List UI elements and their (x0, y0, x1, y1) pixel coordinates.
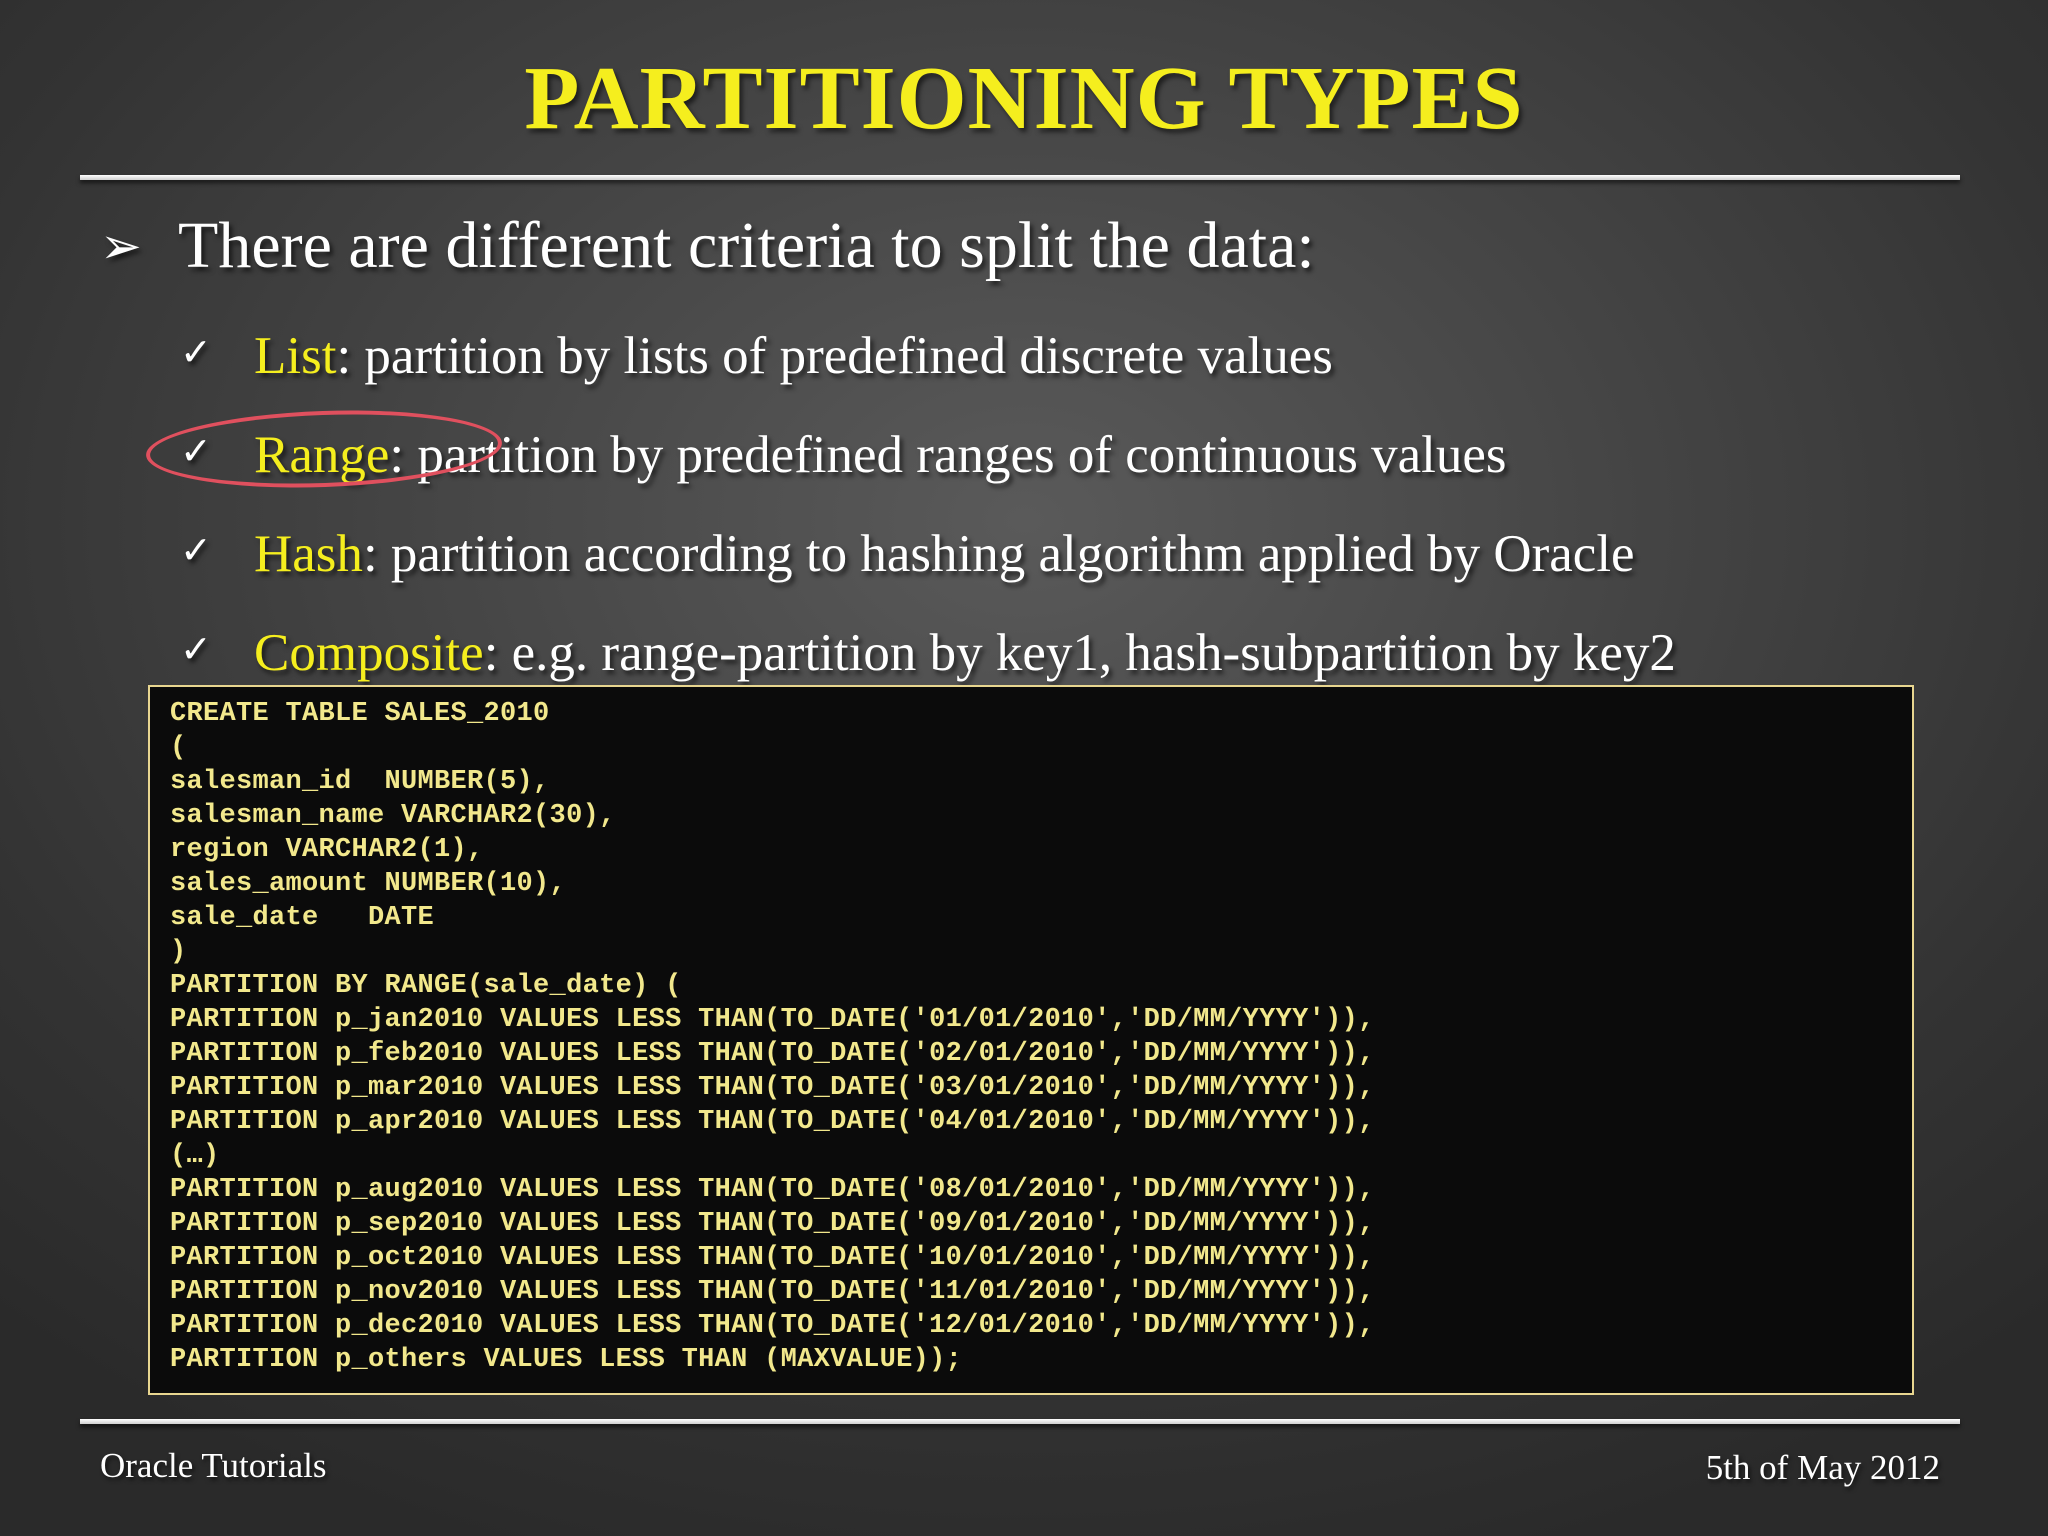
code-line: PARTITION BY RANGE(sale_date) ( (170, 971, 682, 1001)
criterion-description: : e.g. range-partition by key1, hash-sub… (483, 624, 1676, 682)
checkmark-icon: ✓ (180, 330, 212, 374)
criterion-description: : partition by predefined ranges of cont… (389, 426, 1507, 484)
code-line: salesman_id NUMBER(5), (170, 767, 550, 797)
slide-title: PARTITIONING TYPES (524, 49, 1524, 148)
code-line: region VARCHAR2(1), (170, 835, 484, 865)
footer-course-name: Oracle Tutorials (100, 1446, 327, 1485)
code-line: ( (170, 733, 187, 763)
code-line: PARTITION p_nov2010 VALUES LESS THAN(TO_… (170, 1277, 1375, 1307)
criterion-list: ✓ List: partition by lists of predefined … (180, 320, 1333, 388)
criterion-term: List (254, 327, 337, 385)
code-line: salesman_name VARCHAR2(30), (170, 801, 616, 831)
checkmark-icon: ✓ (180, 528, 212, 572)
arrowhead-bullet-icon: ➢ (100, 218, 142, 274)
intro-bullet: ➢ There are different criteria to split t… (100, 206, 1315, 286)
code-line: PARTITION p_dec2010 VALUES LESS THAN(TO_… (170, 1311, 1375, 1341)
intro-text: There are different criteria to split th… (178, 209, 1315, 282)
code-line: PARTITION p_mar2010 VALUES LESS THAN(TO_… (170, 1073, 1375, 1103)
criterion-composite: ✓ Composite: e.g. range-partition by key1… (180, 617, 1676, 685)
sql-code-block: CREATE TABLE SALES_2010 ( salesman_id NU… (148, 685, 1914, 1395)
code-line: ) (170, 937, 187, 967)
checkmark-icon: ✓ (180, 627, 212, 671)
code-line: PARTITION p_sep2010 VALUES LESS THAN(TO_… (170, 1209, 1375, 1239)
code-line: sales_amount NUMBER(10), (170, 869, 567, 899)
criterion-term: Composite (254, 624, 484, 682)
footer-date: 5th of May 2012 (1705, 1448, 1940, 1487)
code-line: sale_date DATE (170, 903, 435, 933)
code-line: PARTITION p_apr2010 VALUES LESS THAN(TO_… (170, 1107, 1375, 1137)
title-divider (80, 175, 1960, 180)
code-line: (…) (170, 1141, 220, 1171)
code-line: PARTITION p_oct2010 VALUES LESS THAN(TO_… (170, 1243, 1375, 1273)
code-line: PARTITION p_jan2010 VALUES LESS THAN(TO_… (170, 1005, 1375, 1035)
code-line: CREATE TABLE SALES_2010 (170, 699, 550, 729)
code-line: PARTITION p_feb2010 VALUES LESS THAN(TO_… (170, 1039, 1375, 1069)
code-line: PARTITION p_aug2010 VALUES LESS THAN(TO_… (170, 1175, 1375, 1205)
criterion-description: : partition by lists of predefined discr… (336, 327, 1333, 385)
criterion-description: : partition according to hashing algorit… (362, 525, 1635, 583)
footer-divider (80, 1419, 1960, 1424)
code-line: PARTITION p_others VALUES LESS THAN (MAX… (170, 1345, 963, 1375)
criterion-hash: ✓ Hash: partition according to hashing al… (180, 518, 1635, 586)
criterion-term: Hash (254, 525, 363, 583)
